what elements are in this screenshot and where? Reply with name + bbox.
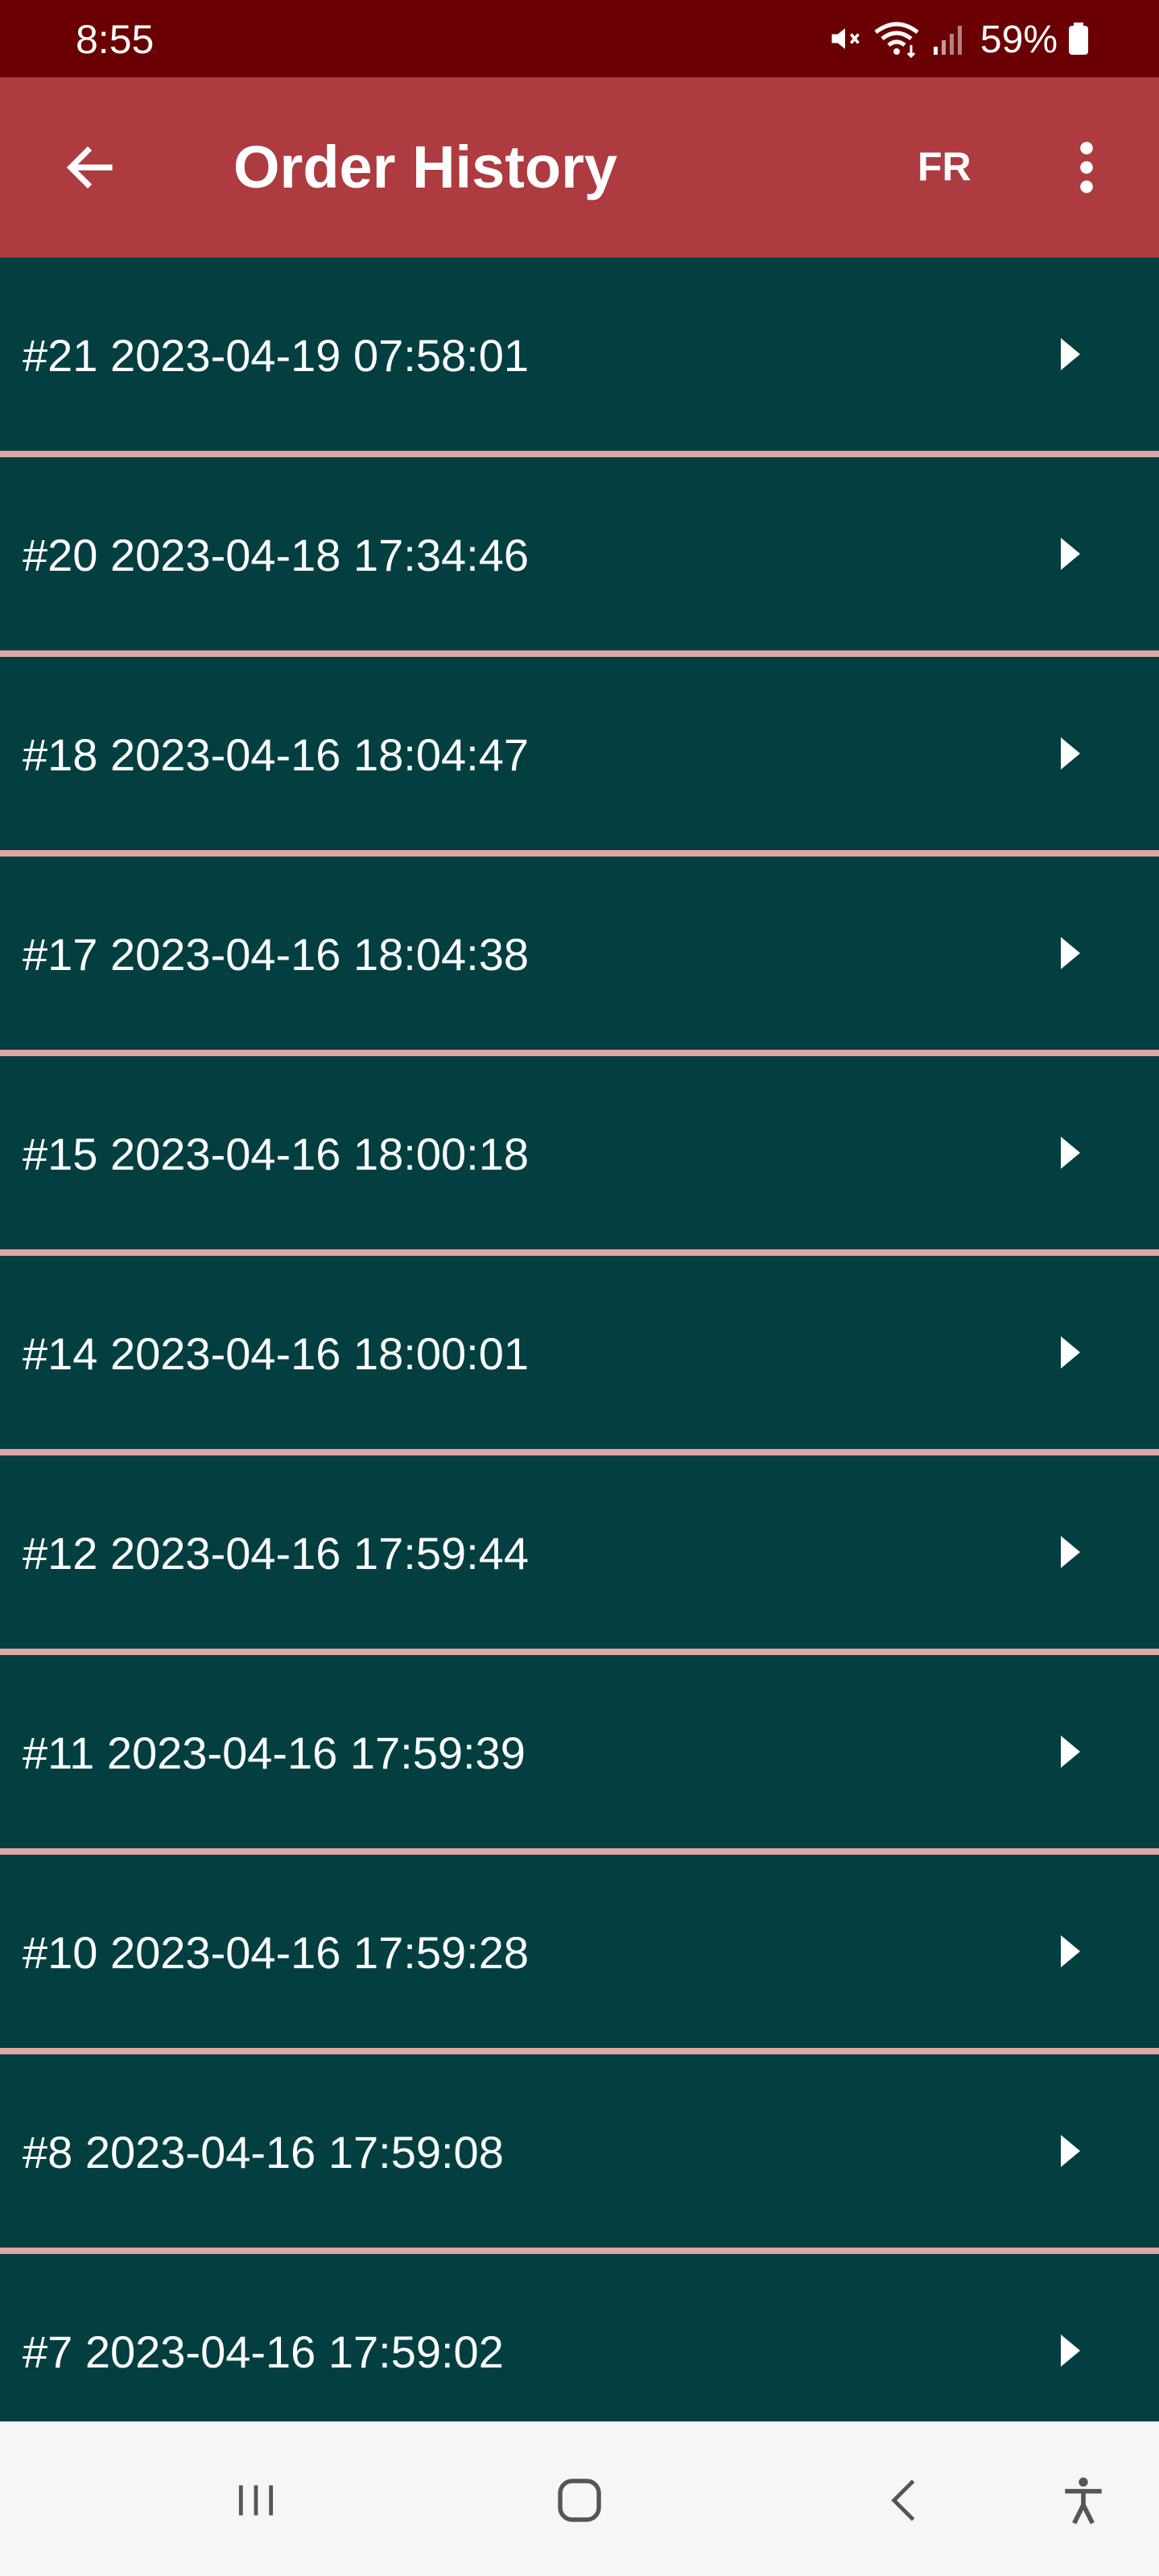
battery-icon <box>1067 21 1090 60</box>
recent-apps-icon <box>238 2485 274 2516</box>
more-vertical-icon <box>1080 142 1093 193</box>
order-row[interactable]: #15 2023-04-16 18:00:18 <box>0 1056 1159 1249</box>
chevron-right-icon <box>1061 1336 1080 1368</box>
signal-icon <box>930 21 966 60</box>
order-label: #14 2023-04-16 18:00:01 <box>23 1328 529 1379</box>
chevron-right-icon <box>1061 1536 1080 1568</box>
page-title: Order History <box>233 134 618 200</box>
nav-back-button[interactable] <box>864 2460 945 2541</box>
accessibility-icon <box>1065 2477 1102 2524</box>
order-label: #20 2023-04-18 17:34:46 <box>23 530 529 580</box>
chevron-right-icon <box>1061 2135 1080 2167</box>
chevron-right-icon <box>1061 1935 1080 1967</box>
back-icon <box>891 2479 915 2521</box>
chevron-right-icon <box>1061 1137 1080 1169</box>
chevron-right-icon <box>1061 2334 1080 2367</box>
order-row[interactable]: #21 2023-04-19 07:58:01 <box>0 258 1159 451</box>
order-row[interactable]: #10 2023-04-16 17:59:28 <box>0 1855 1159 2048</box>
chevron-right-icon <box>1061 1736 1080 1768</box>
language-button[interactable]: FR <box>918 147 971 187</box>
back-button[interactable] <box>48 126 132 209</box>
order-row[interactable]: #12 2023-04-16 17:59:44 <box>0 1455 1159 1649</box>
order-label: #12 2023-04-16 17:59:44 <box>23 1528 529 1579</box>
order-row[interactable]: #7 2023-04-16 17:59:02 <box>0 2254 1159 2421</box>
order-label: #10 2023-04-16 17:59:28 <box>23 1927 529 1978</box>
order-label: #8 2023-04-16 17:59:08 <box>23 2127 504 2178</box>
order-label: #21 2023-04-19 07:58:01 <box>23 330 529 381</box>
order-label: #15 2023-04-16 18:00:18 <box>23 1129 529 1179</box>
order-row[interactable]: #20 2023-04-18 17:34:46 <box>0 457 1159 650</box>
order-row[interactable]: #8 2023-04-16 17:59:08 <box>0 2054 1159 2248</box>
wifi-icon <box>872 19 921 62</box>
status-time: 8:55 <box>76 17 155 62</box>
status-bar: 8:55 59% <box>0 0 1159 77</box>
order-label: #18 2023-04-16 18:04:47 <box>23 729 529 780</box>
recent-apps-button[interactable] <box>216 2460 296 2541</box>
accessibility-button[interactable] <box>1043 2460 1124 2541</box>
chevron-right-icon <box>1061 737 1080 770</box>
order-row[interactable]: #14 2023-04-16 18:00:01 <box>0 1256 1159 1449</box>
chevron-right-icon <box>1061 538 1080 570</box>
status-icons: 59% <box>827 18 1090 63</box>
system-nav-bar <box>0 2421 1159 2576</box>
order-row[interactable]: #18 2023-04-16 18:04:47 <box>0 657 1159 850</box>
chevron-right-icon <box>1061 338 1080 370</box>
more-options-button[interactable] <box>1054 126 1119 209</box>
battery-percent: 59% <box>980 19 1058 61</box>
app-bar: Order History FR <box>0 77 1159 258</box>
order-row[interactable]: #11 2023-04-16 17:59:39 <box>0 1655 1159 1848</box>
order-label: #7 2023-04-16 17:59:02 <box>23 2326 504 2377</box>
order-label: #17 2023-04-16 18:04:38 <box>23 929 529 980</box>
chevron-right-icon <box>1061 937 1080 969</box>
home-icon <box>558 2479 601 2522</box>
arrow-left-icon <box>66 146 113 189</box>
order-label: #11 2023-04-16 17:59:39 <box>23 1728 526 1778</box>
order-row[interactable]: #17 2023-04-16 18:04:38 <box>0 857 1159 1050</box>
mute-icon <box>827 21 863 60</box>
home-button[interactable] <box>539 2460 620 2541</box>
order-list: #21 2023-04-19 07:58:01 #20 2023-04-18 1… <box>0 258 1159 2421</box>
